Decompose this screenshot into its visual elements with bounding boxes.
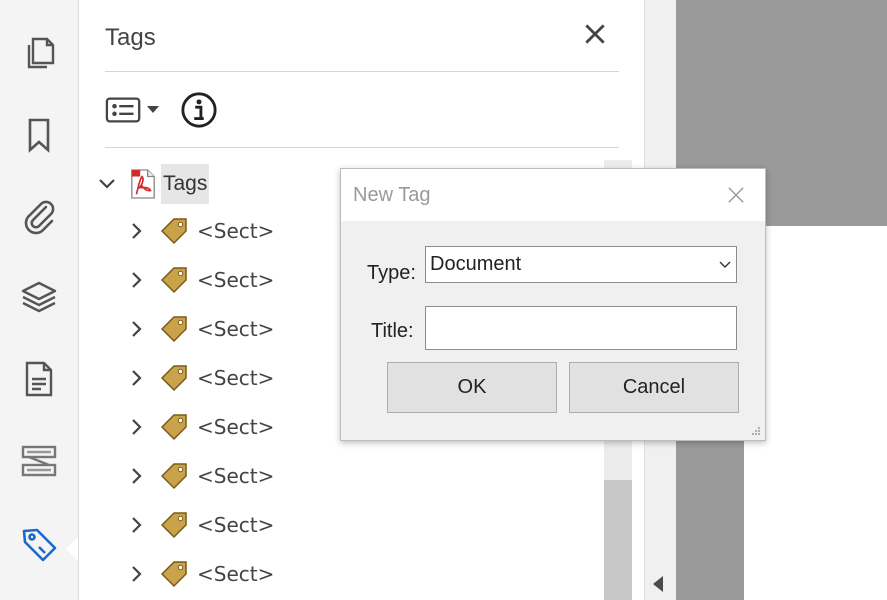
list-options-icon: [105, 97, 141, 123]
chevron-down-icon: [714, 261, 736, 269]
tree-item-label: <Sect>: [197, 219, 275, 243]
chevron-right-icon[interactable]: [125, 562, 149, 586]
layers-icon[interactable]: [14, 272, 64, 322]
close-icon: [585, 24, 605, 44]
chevron-right-icon[interactable]: [125, 219, 149, 243]
tag-icon: [160, 463, 187, 490]
tag-icon: [160, 561, 187, 588]
collapse-panel-arrow-icon[interactable]: [653, 576, 663, 592]
chevron-right-icon[interactable]: [125, 464, 149, 488]
close-icon: [728, 187, 744, 203]
content-icon[interactable]: [14, 436, 64, 486]
close-panel-button[interactable]: [579, 18, 611, 50]
tag-icon: [160, 365, 187, 392]
title-input[interactable]: [425, 306, 737, 350]
pdf-file-icon: [131, 169, 155, 199]
chevron-right-icon[interactable]: [125, 268, 149, 292]
tree-root-label[interactable]: Tags: [161, 164, 210, 204]
tree-item-label: <Sect>: [197, 317, 275, 341]
active-indicator: [66, 537, 78, 561]
options-menu-button[interactable]: [105, 92, 163, 128]
tag-icon: [160, 218, 187, 245]
tag-icon: [160, 414, 187, 441]
divider: [105, 71, 619, 72]
tag-icon: [160, 512, 187, 539]
type-label: Type:: [367, 262, 416, 284]
tree-item-label: <Sect>: [197, 562, 275, 586]
resize-grip-icon[interactable]: [751, 426, 761, 436]
ok-button[interactable]: OK: [387, 362, 557, 413]
tag-icon: [160, 267, 187, 294]
tree-item[interactable]: <Sect>: [125, 505, 274, 545]
divider: [105, 147, 619, 148]
tree-item-label: <Sect>: [197, 513, 275, 537]
tree-item[interactable]: <Sect>: [125, 260, 274, 300]
chevron-right-icon[interactable]: [125, 415, 149, 439]
scrollbar-thumb[interactable]: [604, 480, 632, 600]
type-select-value: Document: [430, 253, 522, 275]
title-label: Title:: [371, 320, 414, 342]
tree-root[interactable]: Tags: [95, 160, 210, 208]
tree-item-label: <Sect>: [197, 366, 275, 390]
tree-item-label: <Sect>: [197, 268, 275, 292]
info-icon: [181, 92, 217, 128]
panel-title: Tags: [105, 24, 156, 51]
new-tag-dialog: New Tag Type: Document Title: OK Cancel: [340, 168, 766, 441]
navigation-rail: [0, 0, 79, 600]
info-button[interactable]: [179, 90, 219, 130]
tag-icon[interactable]: [14, 520, 64, 570]
tree-item[interactable]: <Sect>: [125, 211, 274, 251]
tree-item[interactable]: <Sect>: [125, 309, 274, 349]
caret-down-icon: [147, 106, 159, 113]
chevron-right-icon[interactable]: [125, 366, 149, 390]
chevron-down-icon[interactable]: [95, 172, 119, 196]
chevron-right-icon[interactable]: [125, 317, 149, 341]
tag-icon: [160, 316, 187, 343]
tree-item[interactable]: <Sect>: [125, 554, 274, 594]
dialog-close-button[interactable]: [723, 182, 749, 208]
document-icon[interactable]: [14, 354, 64, 404]
bookmark-icon[interactable]: [14, 110, 64, 160]
tree-item[interactable]: <Sect>: [125, 358, 274, 398]
dialog-title: New Tag: [353, 184, 431, 206]
tree-item[interactable]: <Sect>: [125, 456, 274, 496]
tree-item-label: <Sect>: [197, 415, 275, 439]
tree-item-label: <Sect>: [197, 464, 275, 488]
cancel-button[interactable]: Cancel: [569, 362, 739, 413]
tree-item[interactable]: <Sect>: [125, 407, 274, 447]
acrobat-window: Tags Tags <Sect> <Sect> <Sect> <Sect> <S…: [0, 0, 887, 600]
pages-icon[interactable]: [14, 28, 64, 78]
dialog-titlebar[interactable]: New Tag: [341, 169, 765, 221]
chevron-right-icon[interactable]: [125, 513, 149, 537]
attachment-icon[interactable]: [14, 190, 64, 240]
type-select[interactable]: Document: [425, 246, 737, 283]
